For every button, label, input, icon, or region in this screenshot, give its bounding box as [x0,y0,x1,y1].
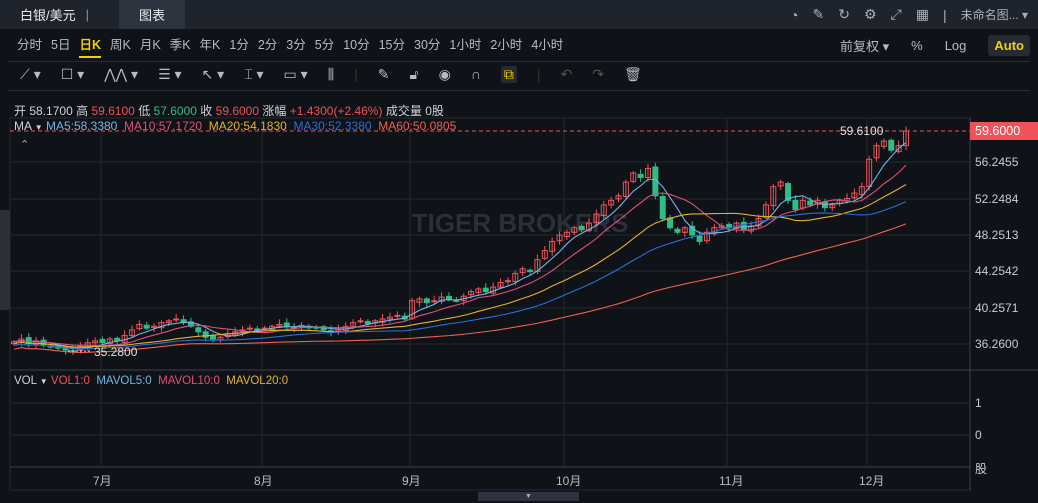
price-axis-label: 40.2571 [975,301,1019,315]
time-axis-label: 12月 [859,474,885,488]
ma-legend: MA ▼ MA5:58.3380 MA10:57.1720 MA20:54.18… [14,119,457,133]
vol-select[interactable]: VOL ▼ [14,375,48,387]
candle-body [659,196,666,220]
vol-axis-label: 0 [975,428,982,442]
candlestick-chart[interactable]: TIGER BROKERS 59.6100 35.2800 [0,0,1038,503]
time-axis-label: 7月 [93,474,112,488]
ma-select[interactable]: MA ▼ [14,119,43,133]
current-price-label: 59.6000 [970,122,1038,140]
price-axis-label: 56.2455 [975,155,1019,169]
candle-body [423,298,430,304]
candle-body [246,327,253,330]
candle-body [210,335,217,340]
candle-body [445,295,452,300]
collapse-icon[interactable]: ⌃ [20,138,29,151]
candle-body [504,280,511,283]
time-axis-label: 11月 [719,474,744,488]
candle-body [482,287,489,293]
ma5-line [13,142,907,349]
high-marker: 59.6100 [840,124,884,138]
candle-body [637,173,644,179]
price-axis-label: 48.2513 [975,228,1019,242]
candle-body [888,139,895,151]
chart-frame [9,117,971,491]
candle-body [431,300,438,303]
vol-axis-label: 1 [975,396,982,410]
time-axis-label: 9月 [402,474,421,488]
candle-body [527,269,534,273]
candle-body [357,320,364,323]
candle-body [143,324,150,329]
price-axis-label: 36.2600 [975,337,1019,351]
candle-body [394,314,401,317]
candle-body [667,217,674,229]
left-panel-handle [0,210,10,310]
candle-body [578,225,585,231]
vol-axis-unit: 股 [975,462,988,476]
candle-body [195,327,202,333]
price-axis-label: 44.2542 [975,264,1019,278]
candle-body [792,199,799,210]
candle-body [696,235,703,242]
ma60-line [13,223,907,354]
candle-body [674,228,681,233]
candle-body [740,221,747,231]
candle-body [202,331,209,338]
price-axis-label: 52.2484 [975,192,1019,206]
candle-body [99,338,106,344]
candle-body [364,321,371,325]
time-axis-label: 8月 [254,474,273,488]
vol-legend: VOL ▼ VOL1:0 MAVOL5:0 MAVOL10:0 MAVOL20:… [14,375,289,387]
ma10-line [13,164,907,347]
scrollbar[interactable]: ▼ [478,492,579,501]
candle-body [173,318,180,321]
candle-body [283,322,290,327]
time-axis-label: 10月 [556,474,582,488]
watermark-logo: TIGER BROKERS [412,208,629,238]
candle-body [807,200,814,206]
low-marker: 35.2800 [94,345,138,359]
